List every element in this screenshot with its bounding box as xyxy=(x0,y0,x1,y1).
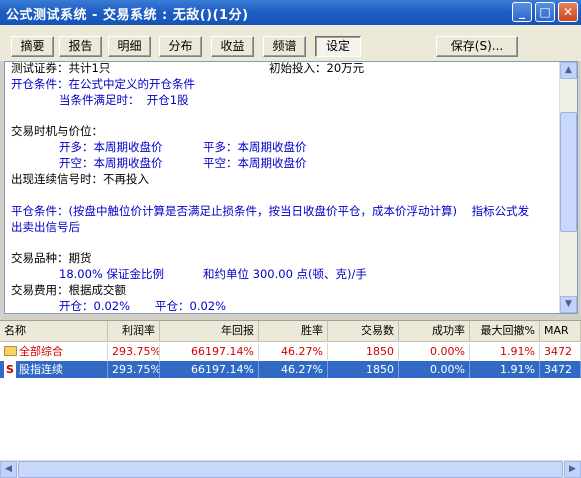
margin-ratio: 18.00% 保证金比例 xyxy=(59,267,165,281)
tab-spectrum[interactable]: 频谱 xyxy=(263,36,306,57)
cell-success-rate: 0.00% xyxy=(399,361,470,378)
close-condition: 平仓条件：(按盘中触位价计算是否满足止损条件，按当日收盘价平仓，成本价浮动计算)… xyxy=(11,204,530,218)
row-name: 股指连续 xyxy=(19,363,63,376)
col-name[interactable]: 名称 xyxy=(0,321,108,341)
scroll-left-icon[interactable]: ◀ xyxy=(0,461,17,478)
tab-returns[interactable]: 收益 xyxy=(211,36,254,57)
tab-settings[interactable]: 设定 xyxy=(315,36,361,57)
minimize-icon: _ xyxy=(519,5,525,19)
title-bar: 公式测试系统 - 交易系统 : 无敌()(1分) _ □ ✕ xyxy=(0,0,581,25)
grid-horizontal-scrollbar[interactable]: ◀ ▶ xyxy=(0,460,581,478)
folder-icon xyxy=(4,346,17,356)
cell-success-rate: 0.00% xyxy=(399,343,470,360)
maximize-icon: □ xyxy=(539,5,551,19)
cell-trade-count: 1850 xyxy=(328,361,399,378)
cell-annual-return: 66197.14% xyxy=(160,343,259,360)
col-max-drawdown[interactable]: 最大回撤% xyxy=(470,321,540,341)
tab-report[interactable]: 报告 xyxy=(59,36,102,57)
when-condition-met: 当条件满足时： 开仓1股 xyxy=(59,93,189,107)
cell-max-drawdown: 1.91% xyxy=(470,343,540,360)
close-button[interactable]: ✕ xyxy=(558,2,578,22)
minimize-button[interactable]: _ xyxy=(512,2,532,22)
trade-timing-heading: 交易时机与价位： xyxy=(11,124,103,138)
open-short: 开空：本周期收盘价 xyxy=(59,156,163,170)
tab-distribution[interactable]: 分布 xyxy=(159,36,202,57)
open-long: 开多：本周期收盘价 xyxy=(59,140,163,154)
cell-mar: 3472 xyxy=(540,343,581,360)
results-grid: 名称 利润率 年回报 胜率 交易数 成功率 最大回撤% MAR 全部综合 293… xyxy=(0,320,581,478)
s-icon: S xyxy=(4,361,16,378)
row-name: 全部综合 xyxy=(19,345,63,358)
open-fee: 开仓：0.02% xyxy=(59,299,131,313)
cell-mar: 3472 xyxy=(540,361,581,378)
maximize-button[interactable]: □ xyxy=(535,2,555,22)
close-short: 平空：本周期收盘价 xyxy=(203,156,307,170)
cell-profit-rate: 293.75% xyxy=(108,361,160,378)
col-profit-rate[interactable]: 利润率 xyxy=(108,321,160,341)
cell-max-drawdown: 1.91% xyxy=(470,361,540,378)
test-securities: 测试证券：共计1只 xyxy=(11,61,111,75)
close-long: 平多：本周期收盘价 xyxy=(203,140,307,154)
continuous-signal: 出现连续信号时：不再投入 xyxy=(11,172,149,186)
grid-header: 名称 利润率 年回报 胜率 交易数 成功率 最大回撤% MAR xyxy=(0,321,581,342)
cell-trade-count: 1850 xyxy=(328,343,399,360)
col-success-rate[interactable]: 成功率 xyxy=(399,321,470,341)
open-condition: 开仓条件：在公式中定义的开仓条件 xyxy=(11,77,195,91)
table-row[interactable]: S 股指连续 293.75% 66197.14% 46.27% 1850 0.00… xyxy=(0,361,581,378)
table-row[interactable]: 全部综合 293.75% 66197.14% 46.27% 1850 0.00%… xyxy=(0,343,581,360)
col-annual-return[interactable]: 年回报 xyxy=(160,321,259,341)
cell-win-rate: 46.27% xyxy=(259,361,328,378)
cell-annual-return: 66197.14% xyxy=(160,361,259,378)
cell-profit-rate: 293.75% xyxy=(108,343,160,360)
col-trade-count[interactable]: 交易数 xyxy=(328,321,399,341)
trade-instrument: 交易品种：期货 xyxy=(11,251,92,265)
toolbar: 摘要 报告 明细 分布 收益 频谱 设定 保存(S)... xyxy=(0,25,581,61)
settings-text-panel[interactable]: 测试证券：共计1只 初始投入：20万元 开仓条件：在公式中定义的开仓条件 当条件… xyxy=(4,61,578,314)
scroll-up-icon[interactable]: ▲ xyxy=(560,62,577,79)
scroll-thumb[interactable] xyxy=(560,112,577,232)
col-win-rate[interactable]: 胜率 xyxy=(259,321,328,341)
col-mar[interactable]: MAR xyxy=(540,321,581,341)
cell-win-rate: 46.27% xyxy=(259,343,328,360)
trade-fee: 交易费用：根据成交额 xyxy=(11,283,126,297)
horizontal-scroll-thumb[interactable] xyxy=(18,461,563,478)
text-vertical-scrollbar[interactable]: ▲ ▼ xyxy=(559,62,577,313)
initial-investment: 初始投入：20万元 xyxy=(269,61,365,75)
window-title: 公式测试系统 - 交易系统 : 无敌()(1分) xyxy=(6,8,249,23)
close-fee: 平仓：0.02% xyxy=(155,299,227,313)
scroll-down-icon[interactable]: ▼ xyxy=(560,296,577,313)
close-icon: ✕ xyxy=(562,5,574,19)
contract-unit: 和约单位 300.00 点(顿、克)/手 xyxy=(203,267,367,281)
close-condition-cont: 出卖出信号后 xyxy=(11,220,80,234)
tab-summary[interactable]: 摘要 xyxy=(11,36,54,57)
tab-detail[interactable]: 明细 xyxy=(108,36,151,57)
save-button[interactable]: 保存(S)... xyxy=(436,36,518,57)
scroll-right-icon[interactable]: ▶ xyxy=(564,461,581,478)
